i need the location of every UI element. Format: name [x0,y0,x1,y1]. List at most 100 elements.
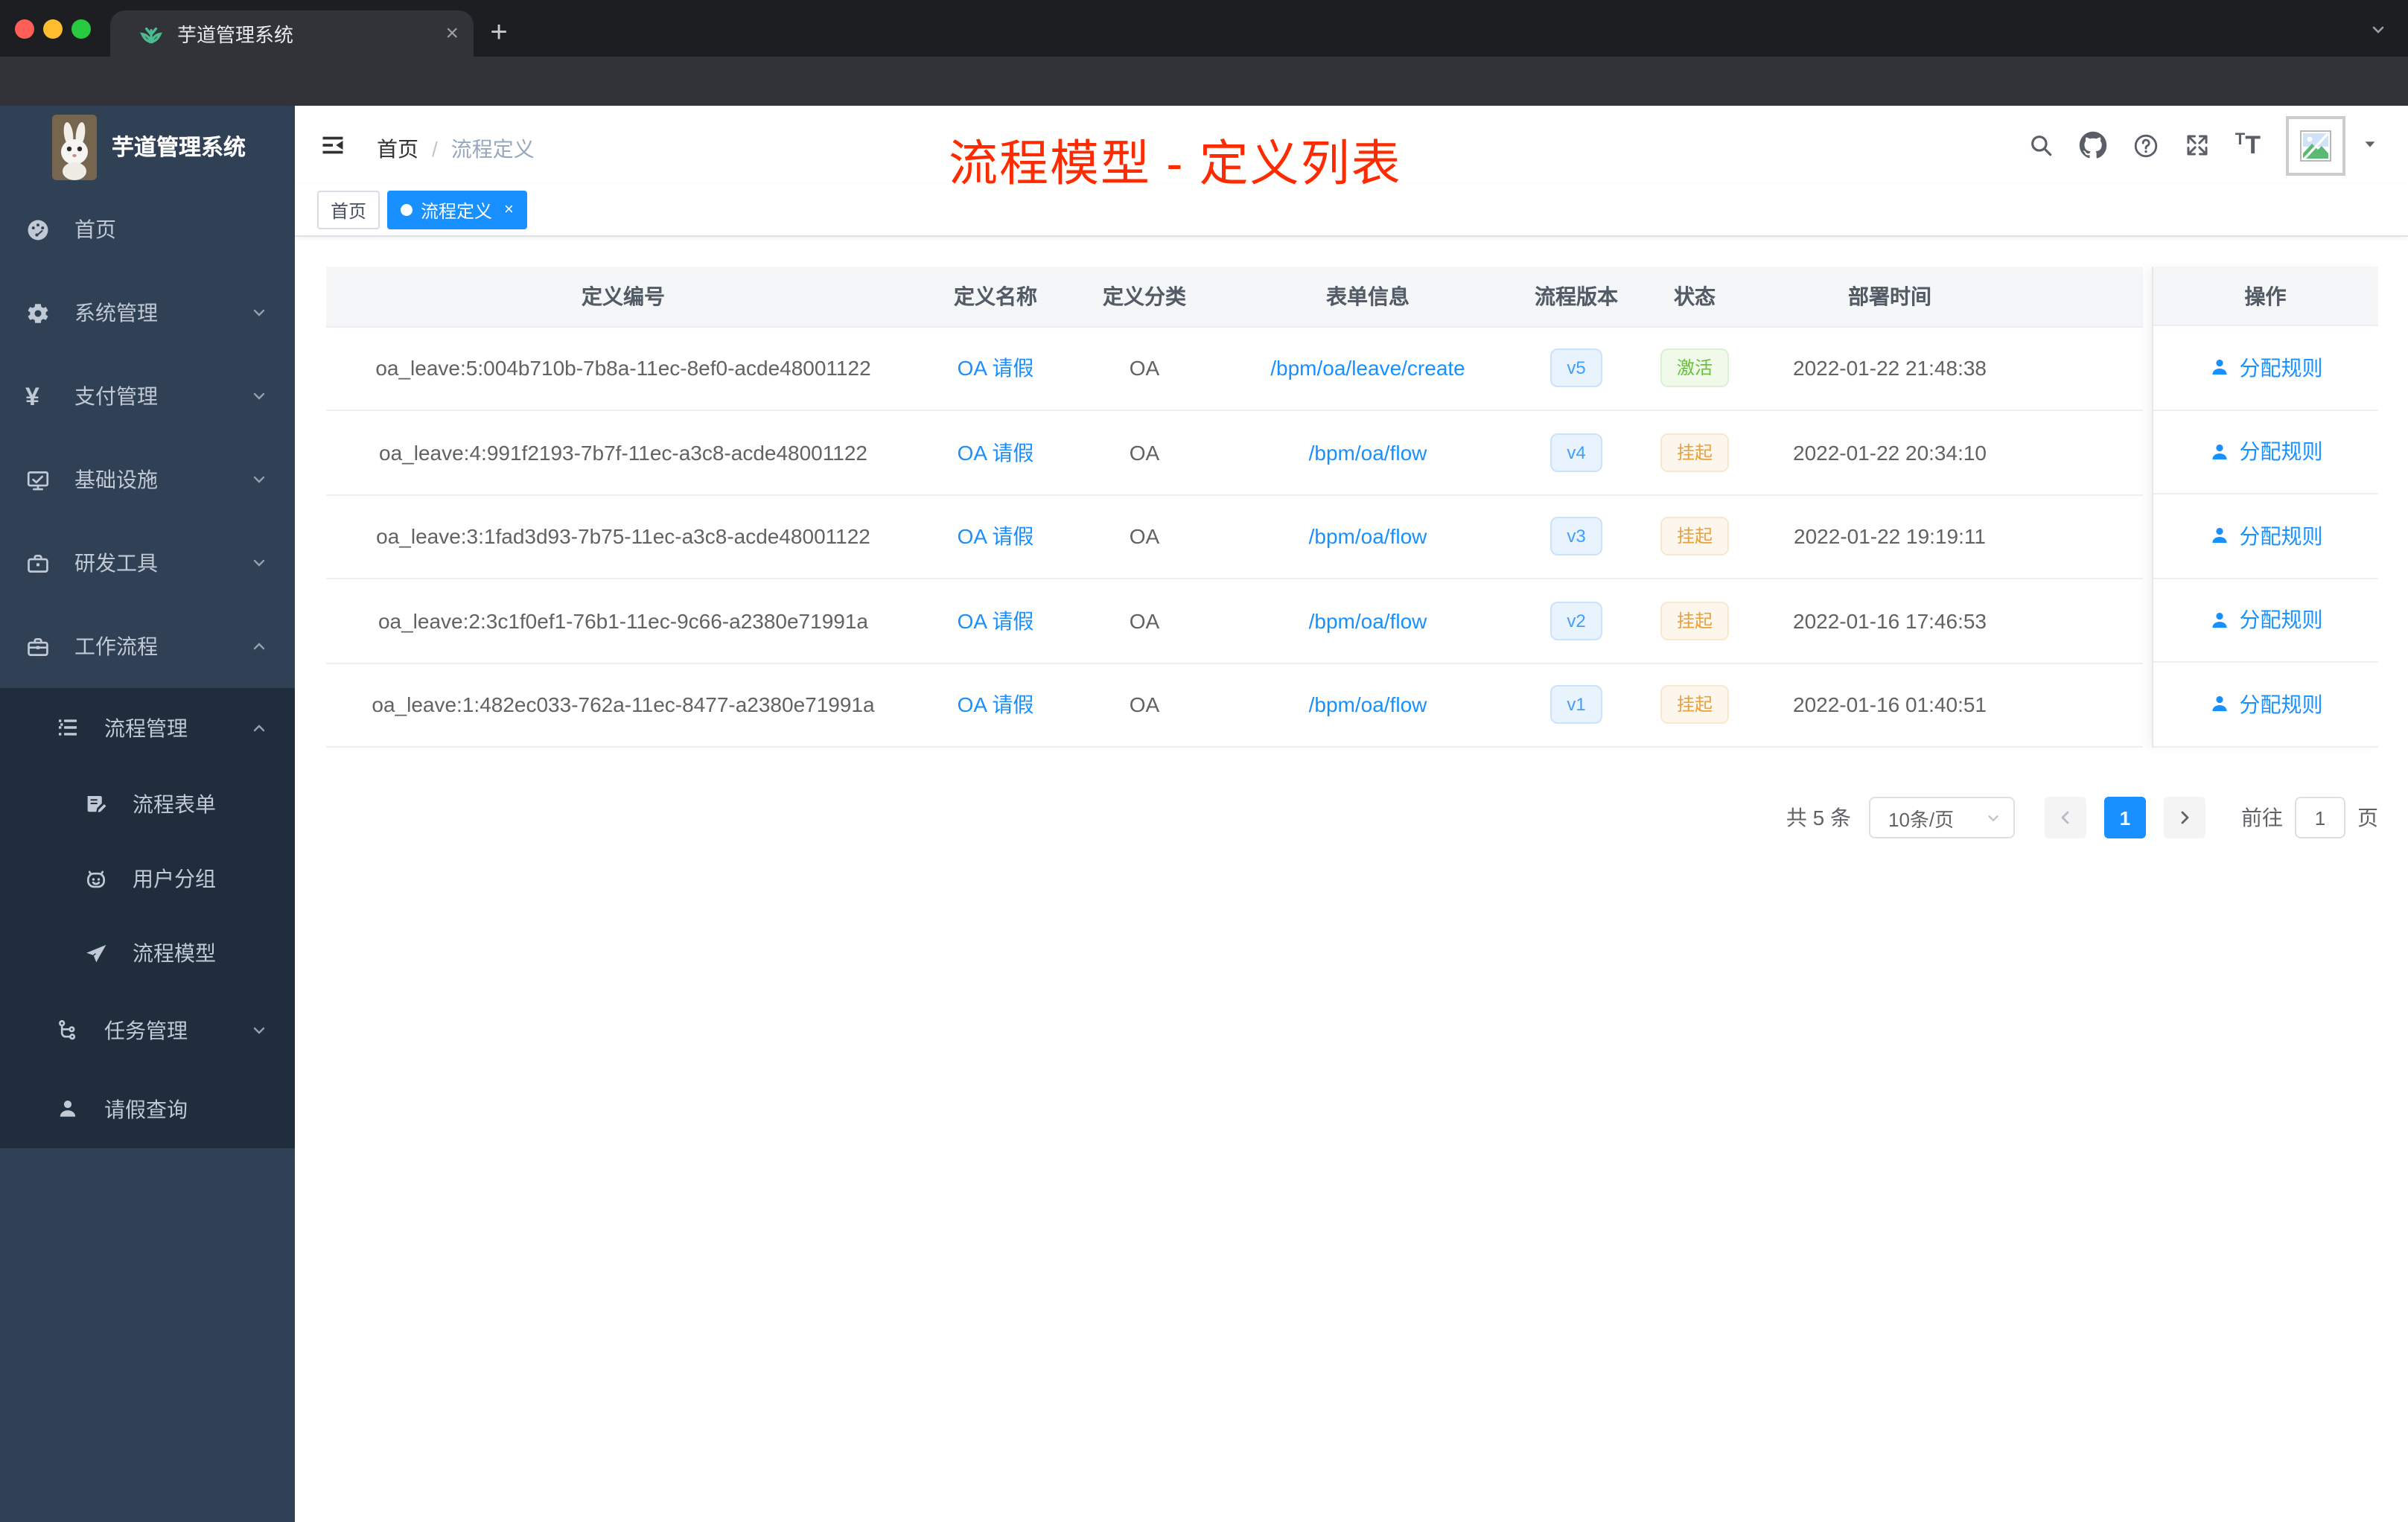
assign-rule-button[interactable]: 分配规则 [2153,494,2378,579]
sidebar-item-dev-tools[interactable]: 研发工具 [0,521,295,605]
assign-rule-label: 分配规则 [2239,355,2323,380]
table-row: oa_leave:2:3c1f0ef1-76b1-11ec-9c66-a2380… [325,579,2143,663]
user-icon [2211,360,2227,375]
definition-name-link[interactable]: OA 请假 [958,693,1034,717]
version-badge: v3 [1550,517,1602,556]
user-icon [55,1096,80,1121]
pagination: 共 5 条 10条/页 1 前往 页 [1786,797,2378,838]
sidebar-item-label: 首页 [74,217,116,241]
sidebar-item-payment[interactable]: ¥ 支付管理 [0,354,295,438]
assign-rule-button[interactable]: 分配规则 [2153,663,2378,747]
window-zoom-button[interactable] [71,19,91,38]
sidebar-item-infrastructure[interactable]: 基础设施 [0,438,295,521]
favicon-sprout-icon [138,21,164,46]
col-action: 操作 [2153,267,2378,326]
screen: 芋道管理系统 × + 不安全 dashboard.yudao.iocoder.c… [0,0,2408,1522]
sidebar-item-workflow[interactable]: 工作流程 [0,605,295,688]
sidebar-logo[interactable]: 芋道管理系统 [0,106,295,188]
assign-rule-label: 分配规则 [2239,692,2323,716]
sidebar-item-leave-query[interactable]: 请假查询 [0,1069,295,1148]
chevron-left-icon [2061,811,2069,824]
prev-page-button[interactable] [2045,797,2086,838]
total-count: 共 5 条 [1786,806,1851,830]
tag-process-definition[interactable]: 流程定义 × [386,191,527,229]
tag-home[interactable]: 首页 [317,191,380,229]
goto-label: 前往 [2241,806,2283,830]
text-size-icon[interactable]: TT [2235,132,2261,158]
form-link[interactable]: /bpm/oa/flow [1309,693,1427,717]
cell-category: OA [1070,663,1219,748]
tag-close-icon[interactable]: × [504,201,514,218]
help-icon[interactable] [2133,132,2159,159]
chevron-up-icon [250,637,268,655]
sidebar-item-process-model[interactable]: 流程模型 [0,916,295,990]
definition-name-link[interactable]: OA 请假 [958,357,1034,380]
window-minimize-button[interactable] [43,19,63,38]
assign-rule-button[interactable]: 分配规则 [2153,579,2378,663]
form-link[interactable]: /bpm/oa/flow [1309,441,1427,465]
assign-rule-label: 分配规则 [2239,608,2323,632]
sidebar-item-system[interactable]: 系统管理 [0,271,295,354]
page-size-select[interactable]: 10条/页 [1869,797,2015,838]
avatar[interactable] [2286,115,2345,175]
sidebar-item-label: 流程管理 [104,716,188,739]
cell-category: OA [1070,579,1219,663]
sidebar-item-process-form[interactable]: 流程表单 [0,767,295,841]
form-link[interactable]: /bpm/oa/flow [1309,525,1427,549]
list-icon [55,715,80,740]
form-link[interactable]: /bpm/oa/flow [1309,609,1427,633]
github-icon[interactable] [2079,131,2107,159]
tab-search-chevron-icon[interactable] [2369,19,2387,46]
tab-close-icon[interactable]: × [445,22,459,45]
version-badge: v5 [1550,348,1602,388]
form-link[interactable]: /bpm/oa/leave/create [1270,357,1465,380]
breadcrumb-current: 流程定义 [450,137,535,161]
definition-name-link[interactable]: OA 请假 [958,609,1034,633]
sidebar-item-label: 研发工具 [74,551,158,575]
status-badge: 激活 [1660,348,1729,388]
page-number-active[interactable]: 1 [2104,797,2146,838]
user-icon [2211,444,2227,459]
dashboard-icon [25,217,51,242]
chevron-down-icon [250,1021,268,1039]
next-page-button[interactable] [2164,797,2205,838]
col-deploy-time: 部署时间 [1754,267,2026,327]
cell-definition-id: oa_leave:1:482ec033-762a-11ec-8477-a2380… [325,663,921,748]
col-definition-name: 定义名称 [921,267,1070,327]
definition-name-link[interactable]: OA 请假 [958,525,1034,549]
active-dot-icon [400,204,412,216]
new-tab-button[interactable]: + [482,16,515,49]
sidebar-item-user-group[interactable]: 用户分组 [0,841,295,916]
form-edit-icon [83,792,109,817]
tag-label: 首页 [331,200,367,221]
avatar-caret-icon[interactable] [2362,132,2378,159]
sidebar-item-label: 基础设施 [74,468,158,491]
definition-name-link[interactable]: OA 请假 [958,441,1034,465]
search-icon[interactable] [2028,133,2054,158]
chevron-down-icon [250,304,268,322]
window-close-button[interactable] [15,19,34,38]
table-row: oa_leave:4:991f2193-7b7f-11ec-a3c8-acde4… [325,410,2143,495]
assign-rule-button[interactable]: 分配规则 [2153,410,2378,494]
breadcrumb-separator: / [432,137,438,161]
cell-deploy-time: 2022-01-16 17:46:53 [1754,579,2026,663]
fullscreen-icon[interactable] [2185,133,2210,158]
user-icon [2211,696,2227,712]
sidebar-item-label: 流程表单 [133,792,216,816]
cell-deploy-time: 2022-01-16 01:40:51 [1754,663,2026,748]
browser-tab-strip: 芋道管理系统 × + [0,0,2408,57]
page-size-value: 10条/页 [1888,808,1955,830]
tags-view: 首页 流程定义 × [295,185,2408,236]
version-badge: v4 [1550,433,1602,472]
sidebar-collapse-button[interactable] [320,133,345,158]
sidebar-item-process-management[interactable]: 流程管理 [0,688,295,767]
assign-rule-button[interactable]: 分配规则 [2153,326,2378,410]
goto-page-input[interactable] [2295,797,2345,838]
chevron-up-icon [250,719,268,736]
sidebar-item-task-management[interactable]: 任务管理 [0,990,295,1069]
browser-tab[interactable]: 芋道管理系统 × [110,10,474,57]
org-tree-icon [55,1017,80,1042]
col-definition-id: 定义编号 [325,267,921,327]
breadcrumb-home[interactable]: 首页 [377,134,418,164]
sidebar-item-home[interactable]: 首页 [0,188,295,271]
